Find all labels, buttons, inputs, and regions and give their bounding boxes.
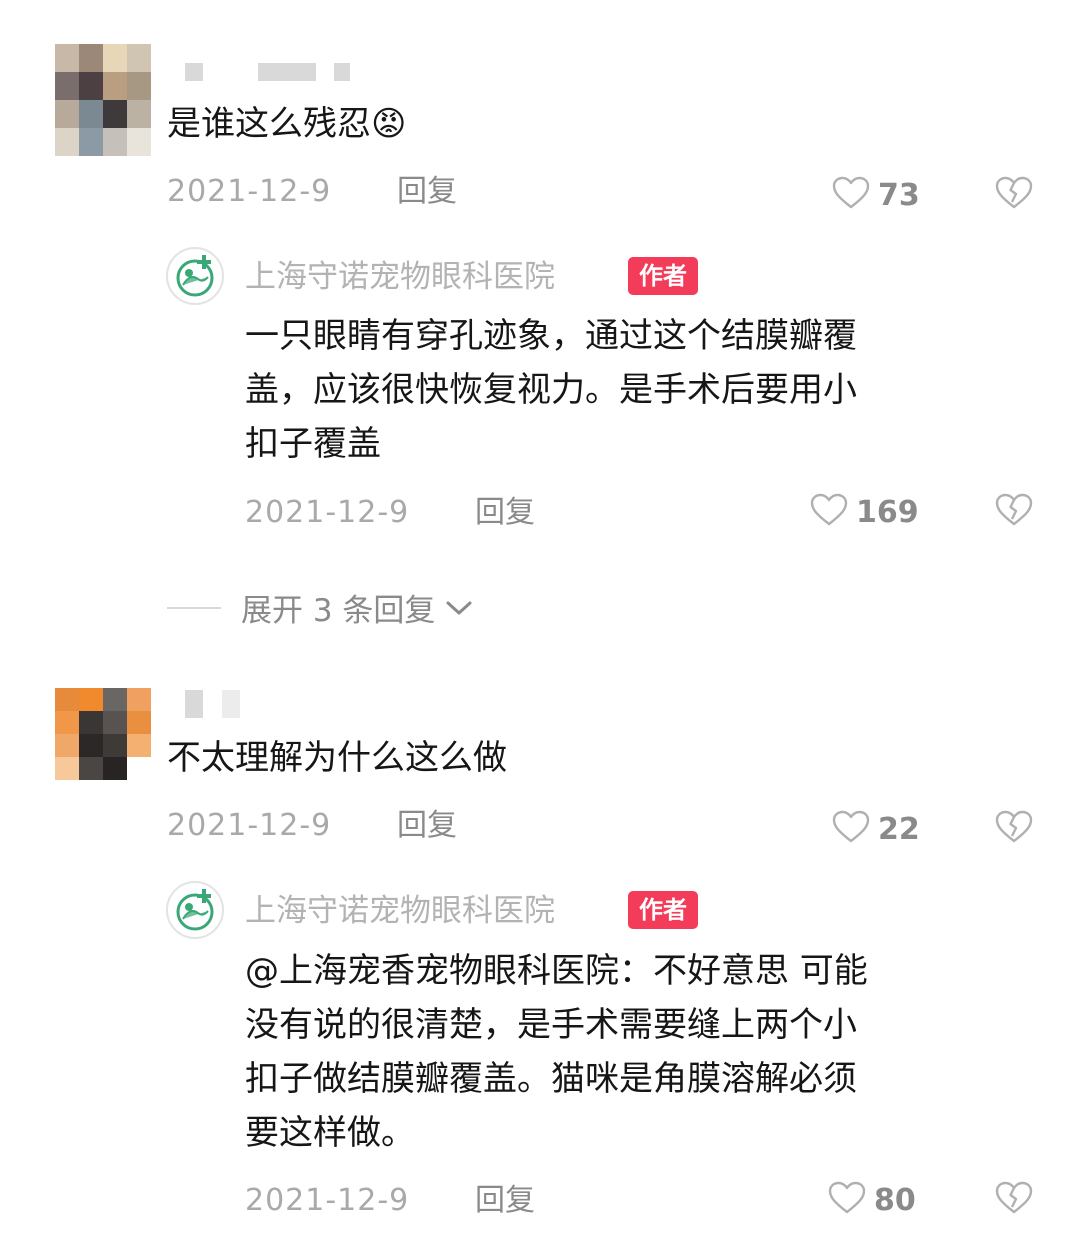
clinic-avatar[interactable]	[166, 881, 224, 939]
expand-replies-button[interactable]: 展开 3 条回复	[167, 585, 473, 630]
reply-line: @上海宠香宠物眼科医院：不好意思 可能	[245, 951, 868, 991]
reply-line: 要这样做。	[245, 1113, 415, 1153]
reply-line: 扣子覆盖	[245, 424, 381, 464]
angry-face-emoji: 😡	[371, 104, 407, 144]
divider-line	[167, 606, 221, 609]
expand-label: 展开 3 条回复	[241, 593, 436, 629]
reply-line: 盖，应该很快恢复视力。是手术后要用小	[245, 370, 857, 410]
author-badge: 作者	[628, 891, 698, 929]
like-count: 80	[874, 1182, 916, 1218]
broken-heart-icon	[995, 1181, 1033, 1219]
heart-outline-icon	[832, 810, 870, 848]
dislike-button[interactable]	[995, 493, 1033, 531]
bottom-border	[0, 1246, 1080, 1254]
reply-button[interactable]: 回复	[397, 174, 457, 210]
broken-heart-icon	[995, 810, 1033, 848]
reply-line: 没有说的很清楚，是手术需要缝上两个小	[245, 1005, 857, 1045]
comment-body: 是谁这么残忍	[167, 104, 371, 144]
reply-button[interactable]: 回复	[397, 808, 457, 844]
comment-text: 不太理解为什么这么做	[167, 738, 507, 778]
dislike-button[interactable]	[995, 1181, 1033, 1219]
reply-text: 一只眼睛有穿孔迹象，通过这个结膜瓣覆 盖，应该很快恢复视力。是手术后要用小 扣子…	[245, 309, 1025, 471]
user-avatar[interactable]	[55, 688, 151, 780]
like-button[interactable]: 22	[832, 810, 920, 848]
reply-button[interactable]: 回复	[475, 1183, 535, 1219]
reply-date: 2021-12-9	[245, 495, 410, 530]
reply-line: 扣子做结膜瓣覆盖。猫咪是角膜溶解必须	[245, 1059, 857, 1099]
author-name[interactable]: 上海守诺宠物眼科医院	[245, 891, 555, 931]
user-avatar[interactable]	[55, 44, 151, 156]
broken-heart-icon	[995, 176, 1033, 214]
dislike-button[interactable]	[995, 176, 1033, 214]
dislike-button[interactable]	[995, 810, 1033, 848]
comment-date: 2021-12-9	[167, 174, 332, 209]
broken-heart-icon	[995, 493, 1033, 531]
like-button[interactable]: 169	[810, 493, 919, 531]
heart-outline-icon	[832, 176, 870, 214]
like-count: 169	[856, 494, 919, 530]
like-button[interactable]: 80	[828, 1181, 916, 1219]
comment-text: 是谁这么残忍😡	[167, 104, 406, 144]
reply-text: @上海宠香宠物眼科医院：不好意思 可能 没有说的很清楚，是手术需要缝上两个小 扣…	[245, 944, 1025, 1160]
like-count: 73	[878, 177, 920, 213]
author-name[interactable]: 上海守诺宠物眼科医院	[245, 257, 555, 297]
like-button[interactable]: 73	[832, 176, 920, 214]
clinic-avatar[interactable]	[166, 247, 224, 305]
heart-outline-icon	[810, 493, 848, 531]
reply-button[interactable]: 回复	[475, 495, 535, 531]
author-badge: 作者	[628, 257, 698, 295]
reply-line: 一只眼睛有穿孔迹象，通过这个结膜瓣覆	[245, 316, 857, 356]
heart-outline-icon	[828, 1181, 866, 1219]
chevron-down-icon	[445, 598, 473, 618]
reply-date: 2021-12-9	[245, 1183, 410, 1218]
comment-date: 2021-12-9	[167, 808, 332, 843]
like-count: 22	[878, 811, 920, 847]
